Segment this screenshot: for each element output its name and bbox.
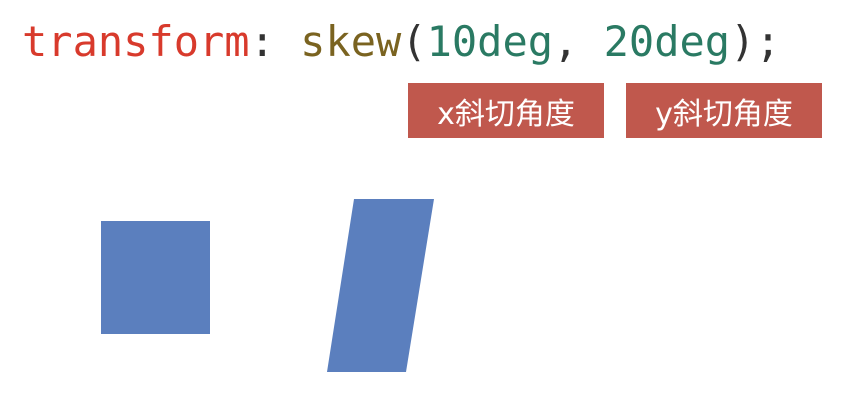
- original-square: [101, 221, 210, 334]
- shapes-canvas: [101, 199, 434, 372]
- skewed-parallelogram: [327, 199, 434, 372]
